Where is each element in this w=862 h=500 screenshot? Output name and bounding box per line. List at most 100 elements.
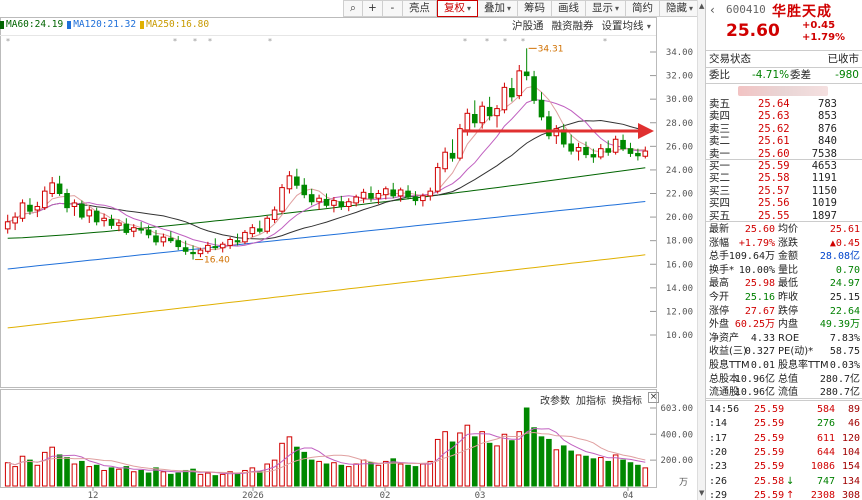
date-tick-label: 12: [88, 491, 99, 500]
add-indicator-button[interactable]: 加指标: [576, 392, 606, 407]
candle-body: [501, 86, 508, 111]
change-value: +0.45: [802, 20, 836, 31]
volume-unit-label: 万: [679, 478, 688, 488]
volume-bar: [12, 466, 18, 487]
scroll-down-icon[interactable]: ▼: [699, 489, 704, 497]
volume-bar: [138, 469, 144, 487]
edit-params-button[interactable]: 改参数: [540, 392, 570, 407]
divider: [706, 67, 862, 68]
tick-volume: 276: [816, 418, 835, 430]
event-star-icon: *: [6, 37, 10, 46]
zoom-out-button[interactable]: -: [382, 0, 403, 17]
kline-chart[interactable]: 34.00 32.00 30.00 28.00 26.00 24.00 22.00 20.00…: [0, 0, 697, 500]
candle-body: [635, 152, 641, 157]
volume-bar: [41, 451, 48, 487]
tick-count: 120: [841, 432, 860, 444]
margin-button[interactable]: 融资融券: [552, 18, 594, 34]
draw-line-button[interactable]: 画线: [551, 0, 586, 17]
volume-bar: [501, 433, 508, 487]
event-star-icon: *: [485, 37, 489, 46]
status-label: 交易状态: [709, 53, 751, 65]
bid-row[interactable]: 买四 25.56 1019: [706, 197, 862, 209]
candle-body: [12, 216, 18, 224]
event-star-icon: *: [208, 37, 212, 46]
stat-value: 0.327: [744, 346, 775, 358]
volume-bar: [271, 459, 278, 487]
volume-bar: [130, 471, 137, 487]
back-arrow-icon[interactable]: ‹: [710, 3, 715, 17]
candle-body: [627, 148, 634, 154]
candle-body: [412, 196, 419, 202]
volume-bar: [397, 463, 404, 487]
volume-bar: [234, 472, 241, 487]
bid-row[interactable]: 买二 25.58 1191: [706, 172, 862, 184]
price-change: +0.45 +1.79%: [802, 20, 845, 44]
price-tick-label: 14.00: [666, 284, 693, 294]
ask-row[interactable]: 卖五 25.64 783: [706, 98, 862, 110]
tick-volume: 2308: [810, 489, 835, 500]
zoom-in-button[interactable]: +: [362, 0, 383, 17]
vertical-scrollbar[interactable]: [697, 0, 705, 500]
close-indicator-button[interactable]: ×: [648, 392, 659, 403]
bid-row-label: 买三: [709, 184, 730, 197]
tick-time: :26: [709, 475, 728, 487]
volume-bar: [434, 438, 441, 487]
ask-row[interactable]: 卖一 25.60 7538: [706, 148, 862, 160]
tick-price: 25.59: [754, 446, 785, 458]
stat-label: ROE: [778, 332, 800, 344]
date-tick-label: 2026: [242, 491, 264, 500]
adjust-button[interactable]: 复权 ▾: [436, 0, 478, 17]
price-tick-label: 30.00: [666, 95, 693, 105]
bid-row[interactable]: 买一 25.59 4653: [706, 160, 862, 172]
divider: [706, 50, 862, 51]
bid-row[interactable]: 买五 25.55 1897: [706, 210, 862, 222]
volume-bar: [160, 471, 167, 487]
price-tick-label: 34.00: [666, 48, 693, 58]
stat-value: 25.15: [829, 292, 860, 303]
ask-row[interactable]: 卖二 25.61 840: [706, 135, 862, 147]
overlay-button[interactable]: 叠加 ▾: [477, 0, 518, 17]
status-row: 交易状态 已收市: [706, 53, 862, 66]
stat-row: 股息TTM 0.01 股息率TTM 0.03%: [706, 359, 862, 372]
bid-row[interactable]: 买三 25.57 1150: [706, 185, 862, 197]
bid-row-volume: 1897: [811, 209, 837, 222]
candle-body: [86, 209, 93, 217]
candle-body: [116, 222, 122, 226]
ask-row[interactable]: 卖三 25.62 876: [706, 123, 862, 135]
ask-row[interactable]: 卖四 25.63 853: [706, 110, 862, 122]
stat-value: 27.67: [744, 305, 775, 317]
hide-button[interactable]: 隐藏 ▾: [659, 0, 700, 17]
chips-button[interactable]: 筹码: [517, 0, 552, 17]
volume-bar: [64, 457, 70, 487]
ask-row-price: 25.60: [758, 147, 790, 160]
volume-bar: [249, 467, 256, 487]
redacted-banner: [738, 86, 828, 96]
volume-bar: [635, 464, 641, 487]
candle-body: [353, 196, 359, 204]
search-button[interactable]: ⌕: [342, 0, 363, 17]
simple-button[interactable]: 简约: [625, 0, 660, 17]
ma60-legend: MA60:24.19: [0, 19, 63, 30]
tick-time: :23: [709, 461, 728, 473]
tick-volume: 611: [816, 432, 835, 444]
stat-label: 收益(三): [709, 346, 747, 358]
search-icon: ⌕: [349, 2, 356, 14]
candle-body: [405, 190, 411, 198]
event-star-icon: *: [603, 37, 607, 46]
volume-bar: [34, 464, 41, 487]
highlight-button[interactable]: 亮点: [402, 0, 437, 17]
set-ma-button[interactable]: 设置均线 ▾: [602, 18, 651, 34]
tick-volume: 747: [816, 475, 835, 487]
stat-value: 25.16: [744, 292, 775, 303]
volume-bar: [316, 460, 322, 487]
event-star-icon: *: [173, 37, 177, 46]
switch-indicator-button[interactable]: 换指标: [612, 392, 642, 407]
volume-bar: [331, 462, 337, 487]
display-button[interactable]: 显示 ▾: [585, 0, 626, 17]
volume-bar: [175, 472, 182, 487]
candle-body: [368, 193, 374, 199]
volume-bar: [4, 462, 11, 487]
scroll-up-icon[interactable]: ▲: [699, 2, 704, 10]
hk-connect-button[interactable]: 沪股通: [512, 18, 544, 34]
tick-time: :14: [709, 418, 728, 430]
